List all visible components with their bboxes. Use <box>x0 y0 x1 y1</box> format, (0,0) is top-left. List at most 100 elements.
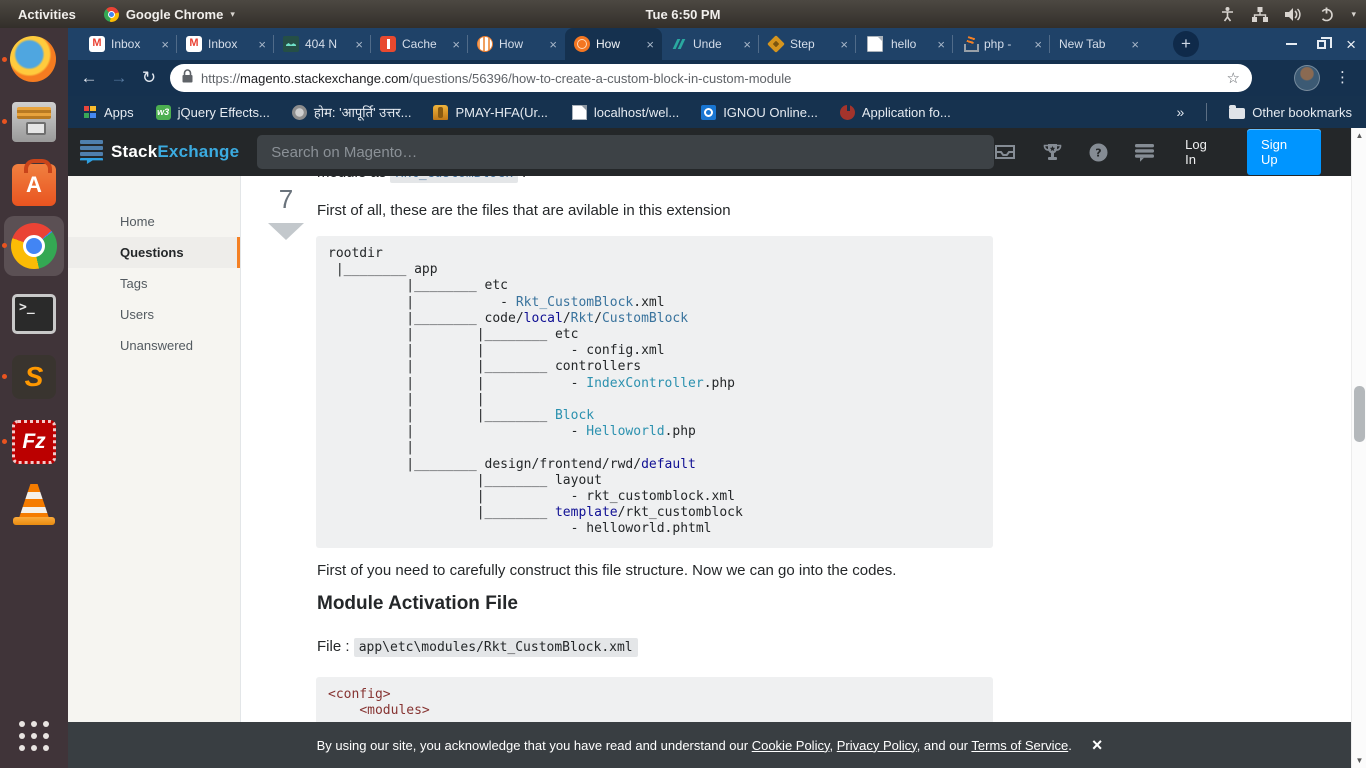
scroll-up-arrow[interactable]: ▲ <box>1352 131 1366 140</box>
forward-button[interactable]: → <box>104 68 134 88</box>
tab-step[interactable]: Step × <box>759 28 856 60</box>
sidebar-item-tags[interactable]: Tags <box>68 268 240 299</box>
vote-column: 7 <box>264 184 308 240</box>
privacy-policy-link[interactable]: Privacy Policy <box>837 738 917 753</box>
bookmark-star-icon[interactable]: ☆ <box>1227 69 1240 87</box>
tab-404[interactable]: 404 N × <box>274 28 371 60</box>
tab-close-icon[interactable]: × <box>159 37 171 52</box>
scroll-down-arrow[interactable]: ▼ <box>1352 756 1366 765</box>
inline-code[interactable]: Rkt_CustomBlock <box>390 176 518 183</box>
dock: A >_ S Fz <box>0 28 68 768</box>
file-tree-code-block[interactable]: rootdir |________ app |________ etc | - … <box>316 236 993 548</box>
chrome-icon <box>11 223 57 269</box>
help-icon[interactable]: ? <box>1089 143 1108 162</box>
show-applications-button[interactable] <box>16 718 52 754</box>
bookmark-ignou[interactable]: IGNOU Online... <box>701 104 818 120</box>
tab-new-tab[interactable]: New Tab × <box>1050 28 1147 60</box>
tab-close-icon[interactable]: × <box>1032 37 1044 52</box>
sidebar-item-questions[interactable]: Questions <box>68 237 240 268</box>
tab-close-icon[interactable]: × <box>741 37 753 52</box>
tab-strip: M Inbox × M Inbox × 404 N × Cache × How … <box>68 28 1366 60</box>
dock-item-ubuntu-software[interactable]: A <box>10 159 58 209</box>
address-bar[interactable]: https://magento.stackexchange.com/questi… <box>170 64 1252 92</box>
bookmark-application[interactable]: Application fo... <box>839 104 951 120</box>
bookmark-pmay[interactable]: PMAY-HFA(Ur... <box>433 104 548 120</box>
dock-item-vlc[interactable] <box>10 480 58 528</box>
bookmark-hindi-site[interactable]: होम: 'आपूर्ति' उत्तर... <box>291 103 411 121</box>
svg-text:?: ? <box>1095 146 1101 159</box>
gmail-icon: M <box>89 36 105 52</box>
bookmark-localhost[interactable]: localhost/wel... <box>570 104 679 120</box>
tab-close-icon[interactable]: × <box>935 37 947 52</box>
profile-avatar[interactable] <box>1294 65 1320 91</box>
dock-item-terminal[interactable]: >_ <box>10 290 58 338</box>
sublime-text-icon: S <box>12 355 56 399</box>
tab-php[interactable]: php - × <box>953 28 1050 60</box>
tab-close-icon[interactable]: × <box>644 37 656 52</box>
restore-button[interactable] <box>1317 36 1333 49</box>
network-icon[interactable] <box>1252 6 1269 22</box>
downvote-arrow-icon[interactable] <box>268 223 304 240</box>
tab-inbox-2[interactable]: M Inbox × <box>177 28 274 60</box>
search-placeholder: Search on Magento… <box>271 143 418 161</box>
site-switcher-icon[interactable] <box>1134 143 1155 162</box>
menu-kebab-icon[interactable]: ⋮ <box>1335 68 1350 86</box>
se-logo[interactable]: StackExchange <box>80 140 239 164</box>
inbox-tray-icon[interactable] <box>994 143 1016 161</box>
chevron-down-icon[interactable]: ▾ <box>1351 9 1356 20</box>
tab-close-icon[interactable]: × <box>838 37 850 52</box>
sidebar-item-unanswered[interactable]: Unanswered <box>68 330 240 361</box>
dock-item-firefox[interactable] <box>2 36 58 84</box>
accessibility-icon[interactable] <box>1220 6 1235 22</box>
tab-close-icon[interactable]: × <box>353 37 365 52</box>
back-button[interactable]: ← <box>74 68 104 88</box>
terms-of-service-link[interactable]: Terms of Service <box>971 738 1068 753</box>
tab-close-icon[interactable]: × <box>547 37 559 52</box>
bookmark-apps[interactable]: Apps <box>82 105 134 120</box>
dock-item-filezilla[interactable]: Fz <box>2 418 58 466</box>
dock-item-file-cabinet[interactable] <box>2 98 58 146</box>
power-icon[interactable] <box>1319 7 1334 22</box>
sidebar-item-home[interactable]: Home <box>68 206 240 237</box>
cookie-policy-link[interactable]: Cookie Policy <box>752 738 830 753</box>
tab-close-icon[interactable]: × <box>256 37 268 52</box>
tab-inbox-1[interactable]: M Inbox × <box>80 28 177 60</box>
running-indicator <box>2 243 7 248</box>
tab-close-icon[interactable]: × <box>450 37 462 52</box>
tab-close-icon[interactable]: × <box>1129 37 1141 52</box>
search-input[interactable]: Search on Magento… <box>257 135 995 169</box>
bookmarks-bar: Apps w3 jQuery Effects... होम: 'आपूर्ति'… <box>68 96 1366 128</box>
section-heading: Module Activation File <box>317 593 518 614</box>
tab-hello[interactable]: hello × <box>856 28 953 60</box>
diamond-favicon <box>767 35 785 53</box>
tab-cache[interactable]: Cache × <box>371 28 468 60</box>
bookmark-jquery-effects[interactable]: w3 jQuery Effects... <box>155 104 270 120</box>
sidebar-item-users[interactable]: Users <box>68 299 240 330</box>
minimize-button[interactable] <box>1286 43 1298 45</box>
running-indicator <box>2 119 7 124</box>
reload-button[interactable]: ↻ <box>134 68 164 88</box>
log-in-button[interactable]: Log In <box>1185 137 1221 167</box>
volume-icon[interactable] <box>1285 7 1302 22</box>
w3schools-icon: w3 <box>155 104 171 120</box>
activities-button[interactable]: Activities <box>0 7 94 22</box>
tab-how-1[interactable]: How × <box>468 28 565 60</box>
scrollbar-thumb[interactable] <box>1354 386 1365 442</box>
ignou-icon <box>701 104 717 120</box>
close-icon[interactable]: × <box>1092 735 1103 756</box>
dock-item-sublime-text[interactable]: S <box>2 353 58 401</box>
dock-item-chrome[interactable] <box>2 222 58 270</box>
page-scrollbar[interactable]: ▲ ▼ <box>1351 128 1366 768</box>
other-bookmarks-button[interactable]: Other bookmarks <box>1229 104 1352 120</box>
tab-unde[interactable]: Unde × <box>662 28 759 60</box>
close-window-button[interactable]: × <box>1346 36 1356 53</box>
running-indicator <box>2 439 7 444</box>
trophy-icon[interactable] <box>1042 143 1063 162</box>
new-tab-button[interactable]: + <box>1173 31 1199 57</box>
app-menu-button[interactable]: Google Chrome ▾ <box>94 6 245 22</box>
magento-icon <box>380 36 396 52</box>
tab-how-active[interactable]: How × <box>565 28 662 60</box>
cookie-consent-banner: By using our site, you acknowledge that … <box>68 722 1351 768</box>
sign-up-button[interactable]: Sign Up <box>1247 129 1321 175</box>
bookmarks-overflow-button[interactable]: » <box>1177 104 1185 120</box>
